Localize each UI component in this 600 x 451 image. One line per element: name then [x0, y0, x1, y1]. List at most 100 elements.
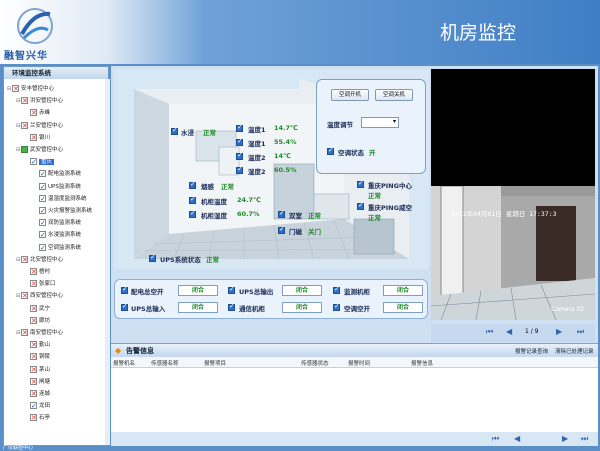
tree-item[interactable]: ⊟洪安管控中心 [16, 95, 63, 107]
checkbox-icon[interactable] [39, 205, 46, 217]
alarm-x-icon[interactable] [30, 376, 37, 388]
prev-page-icon[interactable]: ◀ [514, 434, 520, 443]
alarm-x-icon[interactable] [30, 303, 37, 315]
tree-item[interactable]: ⊟北安管控中心 [16, 254, 63, 266]
tree-item[interactable]: 龙田 [25, 400, 50, 412]
tree-item[interactable]: 温湿度监测系统 [34, 193, 87, 205]
last-page-icon[interactable]: ⏭ [581, 434, 588, 444]
tree-item[interactable]: 重庆 [25, 156, 55, 168]
temp1-checkbox[interactable] [236, 123, 243, 132]
ac-on-button[interactable]: 空调开机 [331, 89, 369, 101]
tree-item[interactable]: UPS监测系统 [34, 181, 81, 193]
ups-checkbox[interactable] [149, 253, 156, 262]
status-label-2: 监测机柜 [344, 288, 370, 296]
tree-item[interactable]: ⊟南安管控中心 [16, 327, 63, 339]
ping2-checkbox[interactable] [357, 201, 364, 210]
next-page-icon[interactable]: ▶ [562, 434, 568, 443]
hum2-checkbox[interactable] [236, 165, 243, 174]
ok-status-icon[interactable] [21, 146, 28, 153]
alarm-x-icon[interactable] [12, 83, 19, 95]
tree-item[interactable]: 廊坊 [25, 315, 50, 327]
tree-item[interactable]: 双防监测系统 [34, 217, 81, 229]
ac-off-button[interactable]: 空调关机 [375, 89, 413, 101]
cab-hum-checkbox[interactable] [189, 209, 196, 218]
tree-item[interactable]: 配电监测系统 [34, 168, 81, 180]
checkbox-icon[interactable] [39, 193, 46, 205]
alarm-clear-link[interactable]: 清除已处理记录 [555, 347, 594, 355]
alarm-x-icon[interactable] [30, 278, 37, 290]
alarm-x-icon[interactable] [21, 254, 28, 266]
alarm-x-icon[interactable] [21, 120, 28, 132]
alarm-history-link[interactable]: 报警记录查询 [515, 347, 548, 355]
smoke-checkbox[interactable] [189, 180, 196, 189]
checkbox-icon[interactable] [30, 400, 37, 412]
tree-item[interactable]: ⊟兰安管控中心 [16, 120, 63, 132]
checkbox-icon[interactable] [30, 156, 37, 168]
tree-item[interactable]: 闸塘 [25, 376, 50, 388]
alarm-panel: ◆ 告警信息 报警记录查询 清除已处理记录 报警机名 传感器名称 报警项目 传感… [111, 343, 598, 446]
temp2-checkbox[interactable] [236, 151, 243, 160]
door-side-value: 正常 [308, 212, 321, 220]
sidebar-scrollbar[interactable] [105, 79, 110, 445]
status-checkbox-2[interactable] [333, 285, 340, 294]
tree-item[interactable]: 武宁 [25, 303, 50, 315]
ac-status-label: 空调状态 [338, 149, 364, 157]
first-page-icon[interactable]: ⏮ [492, 434, 499, 444]
alarm-x-icon[interactable] [30, 315, 37, 327]
tree-item[interactable]: 连城 [25, 388, 50, 400]
first-page-icon[interactable]: ⏮ [486, 327, 493, 337]
checkbox-icon[interactable] [39, 181, 46, 193]
tree-item[interactable]: ⊟西安管控中心 [16, 290, 63, 302]
tree-item[interactable]: 空调监测系统 [34, 242, 81, 254]
status-checkbox-4[interactable] [228, 302, 235, 311]
temp-adjust-select[interactable]: ▾ [361, 117, 399, 128]
alarm-x-icon[interactable] [30, 388, 37, 400]
cab-temp-checkbox[interactable] [189, 195, 196, 204]
status-checkbox-0[interactable] [121, 285, 128, 294]
checkbox-icon[interactable] [39, 242, 46, 254]
alarm-x-icon[interactable] [30, 132, 37, 144]
checkbox-icon[interactable] [39, 168, 46, 180]
tree-item[interactable]: 勤山 [25, 339, 50, 351]
door-checkbox[interactable] [278, 225, 285, 234]
status-checkbox-3[interactable] [121, 302, 128, 311]
prev-page-icon[interactable]: ◀ [506, 327, 512, 336]
checkbox-icon[interactable] [39, 229, 46, 241]
status-value-5: 闭合 [383, 302, 423, 313]
alarm-x-icon[interactable] [30, 351, 37, 363]
tree-item[interactable]: 石亭 [25, 412, 50, 424]
next-page-icon[interactable]: ▶ [556, 327, 562, 336]
water-checkbox[interactable] [171, 126, 178, 135]
tree-item[interactable]: 火灾报警监测系统 [34, 205, 92, 217]
tree-item[interactable]: 茅山 [25, 364, 50, 376]
checkbox-icon[interactable] [39, 217, 46, 229]
tree-item[interactable]: ⊟ 武安管控中心 [16, 144, 63, 156]
status-checkbox-5[interactable] [333, 302, 340, 311]
tree-item[interactable]: ⊟安丰管控中心 [7, 83, 54, 95]
door-side-checkbox[interactable] [278, 209, 285, 218]
tree-item[interactable]: 铜陵 [25, 351, 50, 363]
alarm-x-icon[interactable] [21, 95, 28, 107]
last-page-icon[interactable]: ⏭ [577, 327, 584, 337]
tree-item[interactable]: 梧村 [25, 266, 50, 278]
tree-item[interactable]: 银川 [25, 132, 50, 144]
camera-feed[interactable] [431, 186, 595, 320]
tree-item[interactable]: 赤峰 [25, 107, 50, 119]
tree-item[interactable]: 张家口 [25, 278, 56, 290]
alarm-x-icon[interactable] [21, 327, 28, 339]
alarm-x-icon[interactable] [30, 412, 37, 424]
alarm-x-icon[interactable] [30, 364, 37, 376]
tree-item[interactable]: 水浸监测系统 [34, 229, 81, 241]
tree-item-label: 武宁 [39, 305, 51, 312]
alarm-x-icon[interactable] [30, 339, 37, 351]
alarm-x-icon[interactable] [30, 266, 37, 278]
alarm-x-icon[interactable] [30, 107, 37, 119]
ping2-label: 重庆PING威空 [368, 204, 412, 212]
hum1-checkbox[interactable] [236, 137, 243, 146]
alarm-x-icon[interactable] [21, 290, 28, 302]
status-checkbox-1[interactable] [228, 285, 235, 294]
cab-hum-label: 机柜湿度 [201, 212, 227, 220]
tree-item-label: 铜陵 [39, 354, 51, 361]
ac-status-checkbox[interactable] [327, 146, 334, 155]
ping1-checkbox[interactable] [357, 179, 364, 188]
